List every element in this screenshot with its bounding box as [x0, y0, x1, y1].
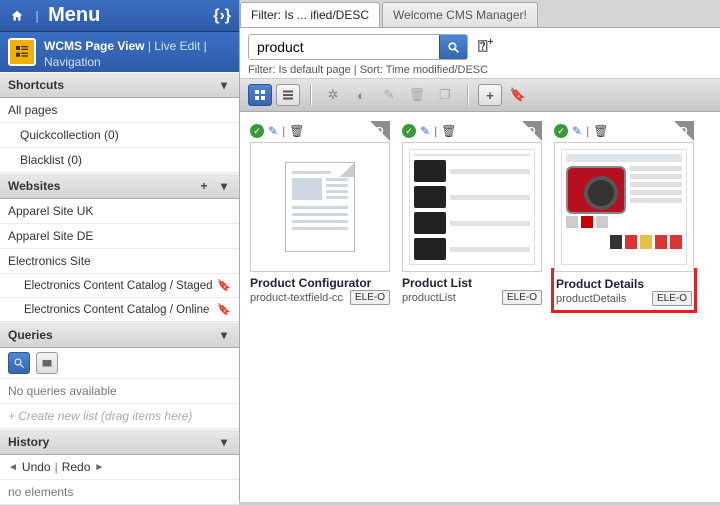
left-panel: ❘ Menu {›} WCMS Page View | Live Edit | …	[0, 0, 240, 502]
undo-icon[interactable]: ◄	[8, 462, 18, 473]
trash-icon[interactable]: 🗑	[289, 124, 304, 138]
websites-header[interactable]: Websites + ▾	[0, 173, 239, 199]
home-icon[interactable]	[8, 7, 26, 25]
catalog-badge: ELE-O	[502, 290, 542, 305]
thumbnail	[554, 142, 694, 272]
card-code: product-textfield-cc	[250, 292, 346, 304]
catalog-staged[interactable]: Electronics Content Catalog / Staged🔖	[0, 274, 239, 298]
shortcuts-header[interactable]: Shortcuts ▾	[0, 72, 239, 98]
page-view-title: WCMS Page View	[44, 39, 144, 53]
divider: ❘	[32, 9, 42, 23]
add-button[interactable]: +	[478, 84, 502, 106]
queries-title: Queries	[8, 328, 53, 342]
edit-icon[interactable]: ✎	[268, 124, 278, 138]
card-code: productDetails	[556, 293, 648, 305]
sync-button[interactable]: ✲	[321, 84, 345, 106]
tag-icon: 🔖	[217, 303, 231, 316]
chevron-down-icon[interactable]: ▾	[217, 78, 231, 92]
saved-search-button[interactable]	[8, 352, 30, 374]
catalog-online[interactable]: Electronics Content Catalog / Online🔖	[0, 298, 239, 322]
list-view-button[interactable]	[276, 84, 300, 106]
corner-d-icon: D	[522, 121, 542, 141]
blacklist-item[interactable]: Blacklist (0)	[0, 148, 239, 173]
copy-button[interactable]: ❐	[433, 84, 457, 106]
right-panel: Filter: Is ... ified/DESC Welcome CMS Ma…	[240, 0, 720, 502]
quickcollection-item[interactable]: Quickcollection (0)	[0, 123, 239, 148]
view-toolbar: ✲ ◐ ✎ 🗑 ❐ + 🔖	[240, 79, 720, 112]
catalog-badge: ELE-O	[350, 290, 390, 305]
chevron-down-icon[interactable]: ▾	[217, 328, 231, 342]
corner-d-icon: D	[370, 121, 390, 141]
site-apparel-de[interactable]: Apparel Site DE	[0, 224, 239, 249]
search-input[interactable]	[249, 35, 439, 59]
history-header[interactable]: History ▾	[0, 429, 239, 455]
thumbnail	[402, 142, 542, 272]
thumbnail	[250, 142, 390, 272]
history-title: History	[8, 435, 49, 449]
chevron-down-icon[interactable]: ▾	[217, 435, 231, 449]
trash-icon[interactable]: 🗑	[441, 124, 456, 138]
app-logo-icon	[8, 38, 36, 66]
queries-header[interactable]: Queries ▾	[0, 322, 239, 348]
grid-view-button[interactable]	[248, 84, 272, 106]
status-ok-icon: ✓	[554, 124, 568, 138]
redo-link[interactable]: Redo	[62, 460, 91, 474]
status-ok-icon: ✓	[402, 124, 416, 138]
edit-button[interactable]: ✎	[377, 84, 401, 106]
tab-filter[interactable]: Filter: Is ... ified/DESC	[240, 2, 380, 27]
search-area: ⍰+ Filter: Is default page | Sort: Time …	[240, 28, 720, 79]
advanced-search-icon[interactable]: ⍰+	[474, 37, 497, 56]
history-empty: no elements	[0, 480, 239, 505]
tab-welcome[interactable]: Welcome CMS Manager!	[382, 2, 538, 27]
all-pages-item[interactable]: All pages	[0, 98, 239, 123]
add-icon[interactable]: +	[197, 179, 211, 193]
redo-icon[interactable]: ►	[94, 462, 104, 473]
card-code: productList	[402, 292, 498, 304]
divider	[467, 85, 468, 105]
results-grid: ✓ ✎ | 🗑 D Product Configurator produc	[240, 112, 720, 502]
queries-toolbar	[0, 348, 239, 379]
contrast-button[interactable]: ◐	[349, 84, 373, 106]
status-ok-icon: ✓	[250, 124, 264, 138]
edit-icon[interactable]: ✎	[572, 124, 582, 138]
search-button[interactable]	[439, 35, 467, 59]
menu-title: Menu	[48, 4, 213, 27]
card-product-configurator[interactable]: ✓ ✎ | 🗑 D Product Configurator produc	[250, 122, 390, 305]
site-electronics[interactable]: Electronics Site	[0, 249, 239, 274]
delete-button[interactable]: 🗑	[405, 84, 429, 106]
live-edit-link[interactable]: Live Edit	[154, 39, 200, 53]
filter-sort-label: Filter: Is default page | Sort: Time mod…	[248, 64, 712, 76]
card-title: Product Details	[556, 277, 692, 291]
edit-icon[interactable]: ✎	[420, 124, 430, 138]
no-queries-label: No queries available	[0, 379, 239, 404]
card-product-details[interactable]: ✓ ✎ | 🗑 D	[554, 122, 694, 313]
shortcuts-title: Shortcuts	[8, 78, 64, 92]
catalog-badge: ELE-O	[652, 291, 692, 306]
card-product-list[interactable]: ✓ ✎ | 🗑 D Product List productListELE-O	[402, 122, 542, 305]
corner-d-icon: D	[674, 121, 694, 141]
card-title: Product List	[402, 276, 542, 290]
undo-link[interactable]: Undo	[22, 460, 51, 474]
divider	[310, 85, 311, 105]
websites-title: Websites	[8, 179, 60, 193]
site-apparel-uk[interactable]: Apparel Site UK	[0, 199, 239, 224]
highlight-annotation: Product Details productDetails ELE-O	[551, 268, 697, 313]
chevron-down-icon[interactable]: ▾	[217, 179, 231, 193]
tab-bar: Filter: Is ... ified/DESC Welcome CMS Ma…	[240, 0, 720, 28]
undo-redo-row: ◄ Undo | Redo ►	[0, 455, 239, 480]
collapse-icon[interactable]: {›}	[213, 7, 231, 25]
card-title: Product Configurator	[250, 276, 390, 290]
query-folder-button[interactable]	[36, 352, 58, 374]
bookmark-button[interactable]: 🔖	[506, 84, 530, 106]
navigation-link[interactable]: Navigation	[44, 55, 101, 69]
menu-header: ❘ Menu {›}	[0, 0, 239, 32]
trash-icon[interactable]: 🗑	[593, 124, 608, 138]
subheader: WCMS Page View | Live Edit | Navigation	[0, 32, 239, 72]
tag-icon: 🔖	[217, 279, 231, 292]
search-box	[248, 34, 468, 60]
create-list-hint[interactable]: + Create new list (drag items here)	[0, 404, 239, 429]
